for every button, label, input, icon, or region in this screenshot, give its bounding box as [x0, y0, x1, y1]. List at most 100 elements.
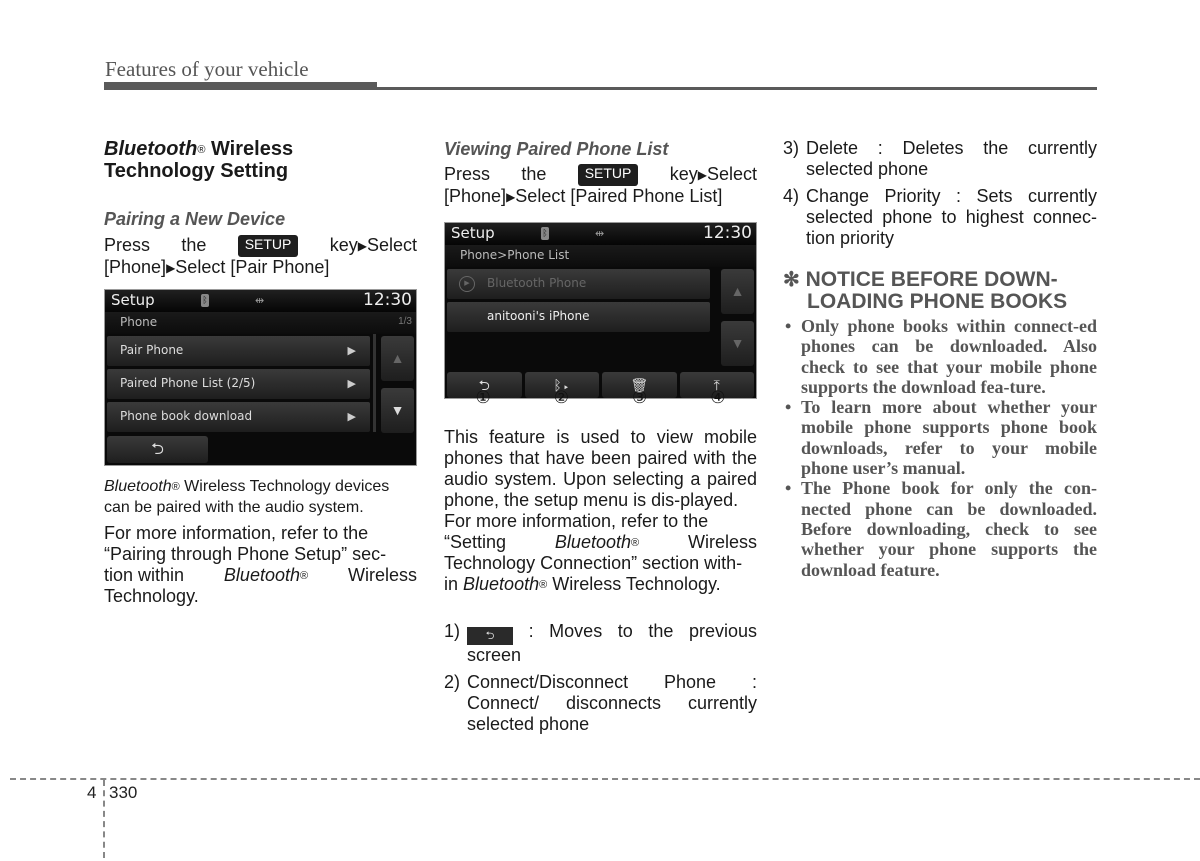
back-button[interactable]: ⮌: [107, 436, 208, 463]
header-rule-thin: [377, 87, 1097, 90]
phone-step: [Phone]: [444, 186, 507, 206]
screen-clock: 12:30: [363, 290, 412, 310]
footer-rule: [10, 778, 1200, 780]
scrollbar[interactable]: [373, 334, 376, 432]
notice-text: Only phone books within connect-ed phone…: [801, 316, 1097, 397]
menu-item-label: Paired Phone List (2/5): [120, 376, 256, 390]
item-text: Delete : Deletes the currently selected …: [806, 138, 1097, 179]
title-line2: Technology Setting: [104, 160, 289, 182]
item-number: 4): [783, 186, 800, 206]
text-setting: “Setting: [444, 532, 507, 552]
registered-mark: ®: [539, 579, 548, 591]
screen-title: Setup: [451, 224, 495, 242]
viewing-subtitle: Viewing Paired Phone List: [444, 139, 669, 159]
scroll-up-button[interactable]: ▲: [721, 269, 754, 314]
phone-list-screen: Setup ᛒ ⇹ 12:30 Phone>Phone List ▶ Bluet…: [444, 222, 757, 399]
phone-list-item-bluetooth-phone[interactable]: ▶ Bluetooth Phone: [447, 269, 710, 299]
item-text: Connect/Disconnect Phone : Connect/ disc…: [467, 672, 757, 734]
bullet-icon: •: [785, 478, 792, 499]
back-arrow-icon: ⮌: [151, 441, 164, 458]
screen-caption: Bluetooth® Wireless Technology devices c…: [104, 476, 417, 518]
callout-4: ④: [710, 388, 726, 408]
scroll-up-button[interactable]: ▲: [381, 336, 414, 381]
screen-breadcrumb: Phone: [120, 315, 158, 329]
function-item-1: 1) ⮌ : Moves to the previous screen: [444, 621, 757, 666]
text-wireless-technology: Wireless Technology.: [552, 574, 721, 594]
bullet-icon: •: [785, 316, 792, 336]
column-2: Viewing Paired Phone List Press the SETU…: [444, 138, 757, 735]
para-line: “Setting Bluetooth® Wireless: [444, 532, 757, 553]
header-rule-thick: [104, 82, 377, 90]
triangle-down-icon: ▼: [390, 402, 405, 418]
title-italic: Bluetooth: [104, 138, 198, 160]
menu-item-pair-phone[interactable]: Pair Phone ▶: [107, 336, 370, 366]
notice-bullet: • Only phone books within connect-ed phon…: [783, 316, 1097, 397]
phone-name: anitooni's iPhone: [487, 309, 590, 323]
screen-title: Setup: [111, 291, 155, 309]
pair-phone-step: Select [Pair Phone]: [175, 257, 330, 277]
notice-list: • Only phone books within connect-ed phon…: [783, 316, 1097, 580]
registered-mark: ®: [299, 570, 309, 582]
page-indicator: 1/3: [398, 316, 412, 327]
screen-breadcrumb-bar: Phone 1/3: [105, 312, 416, 334]
item-number: 1): [444, 621, 461, 641]
play-circle-icon: ▶: [459, 276, 475, 292]
para-line: in Bluetooth® Wireless Technology.: [444, 574, 757, 595]
text-wireless: Wireless: [347, 565, 417, 585]
item-number: 2): [444, 672, 461, 692]
word-key: key: [329, 235, 358, 255]
triangle-right-icon: ▶: [506, 190, 516, 204]
screen-status-bar: Setup ᛒ ⇹ 12:30: [445, 223, 756, 245]
para-line: tion within Bluetooth® Wireless: [104, 565, 417, 586]
scroll-down-button[interactable]: ▼: [721, 321, 754, 366]
usb-icon: ⇹: [255, 295, 265, 307]
bluetooth-icon: ᛒ: [541, 227, 549, 240]
section-title: Bluetooth® Wireless Technology Setting: [104, 138, 417, 182]
caption-italic: Bluetooth: [104, 478, 172, 495]
viewing-more-info: For more information, refer to the “Sett…: [444, 511, 757, 595]
title-rest: Wireless: [210, 138, 294, 160]
text-tion-within: tion within: [104, 565, 185, 585]
triangle-right-icon: ▶: [357, 239, 367, 253]
function-item-4: 4) Change Priority : Sets currently sele…: [783, 186, 1097, 249]
phone-list-item-iphone[interactable]: anitooni's iPhone: [447, 302, 710, 332]
chevron-right-icon: ▶: [347, 411, 356, 423]
para-line: Technology.: [104, 586, 199, 606]
bluetooth-italic: Bluetooth: [223, 565, 300, 585]
callout-3: ③: [632, 388, 648, 408]
item-number: 3): [783, 138, 800, 158]
para-line: For more information, refer to the: [444, 511, 709, 531]
scroll-down-button[interactable]: ▼: [381, 388, 414, 433]
text-wireless: Wireless: [687, 532, 757, 552]
phone-name: Bluetooth Phone: [487, 276, 587, 290]
phone-step: [Phone]: [104, 257, 167, 277]
menu-item-paired-phone-list[interactable]: Paired Phone List (2/5) ▶: [107, 369, 370, 399]
triangle-right-icon: ▶: [697, 168, 707, 182]
notice-bullet: • The Phone book for only the con-nected …: [783, 478, 1097, 579]
word-press: Press: [444, 164, 491, 184]
function-item-3: 3) Delete : Deletes the currently select…: [783, 138, 1097, 180]
bluetooth-italic: Bluetooth: [463, 574, 540, 594]
notice-title-line1: NOTICE BEFORE DOWN-: [805, 268, 1058, 291]
callout-numbers: ① ② ③ ④: [444, 389, 757, 407]
triangle-down-icon: ▼: [730, 335, 745, 351]
word-key: key: [669, 164, 698, 184]
column-1: Bluetooth® Wireless Technology Setting P…: [104, 138, 417, 607]
menu-item-label: Pair Phone: [120, 343, 184, 357]
screen-breadcrumb: Phone>Phone List: [460, 248, 570, 262]
word-press: Press: [104, 235, 151, 255]
viewing-description: This feature is used to view mobile phon…: [444, 427, 757, 510]
footer-divider: [103, 780, 105, 858]
registered-mark: ®: [630, 537, 640, 549]
menu-item-phone-book-download[interactable]: Phone book download ▶: [107, 402, 370, 432]
pairing-subtitle: Pairing a New Device: [104, 209, 286, 229]
notice-text: The Phone book for only the con-nected p…: [801, 478, 1097, 580]
notice-text: To learn more about whether your mobile …: [801, 397, 1097, 479]
page-number: 330: [109, 783, 138, 802]
back-button-glyph: ⮌: [467, 627, 513, 645]
registered-mark: ®: [197, 144, 206, 156]
function-list: 1) ⮌ : Moves to the previous screen 2) C…: [444, 621, 757, 735]
setup-phone-screen: Setup ᛒ ⇹ 12:30 Phone 1/3 Pair Phone ▶ P…: [104, 289, 417, 466]
para-line: “Pairing through Phone Setup” sec-: [104, 544, 387, 564]
para-line: Technology Connection” section with-: [444, 553, 743, 573]
